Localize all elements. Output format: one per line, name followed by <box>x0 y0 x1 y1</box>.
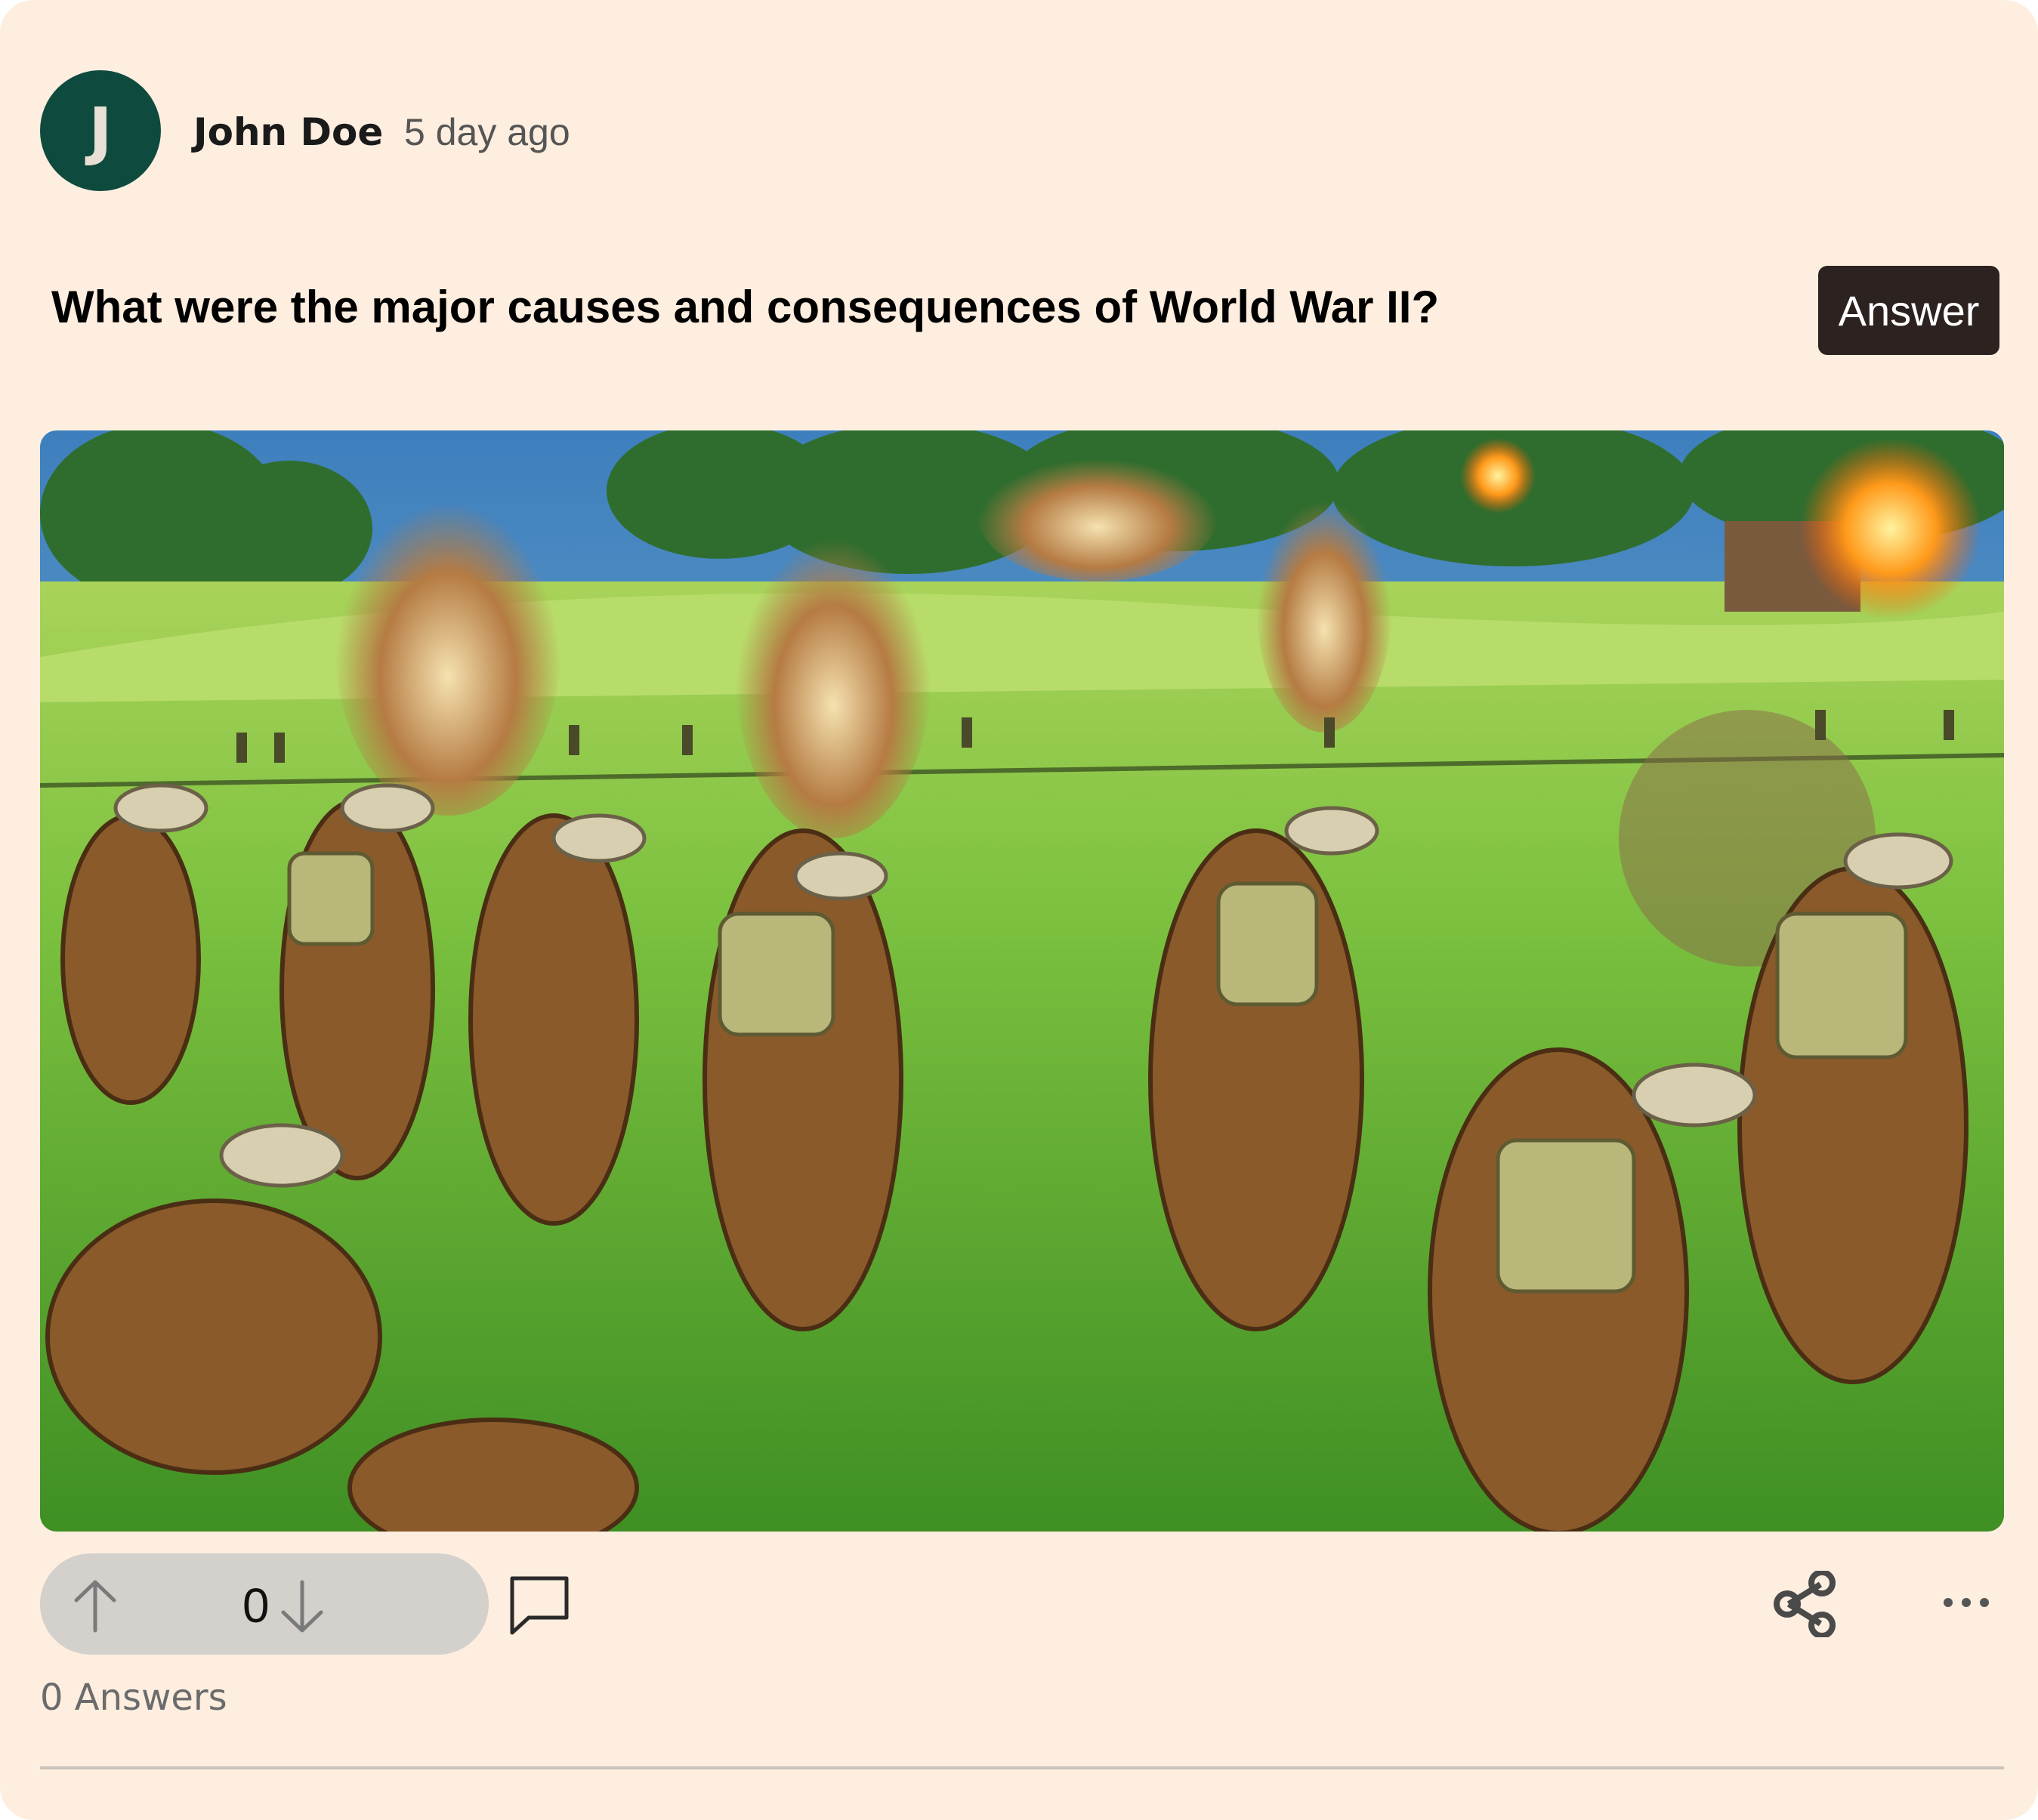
battlefield-painting <box>40 430 2004 1532</box>
vote-control: 0 <box>40 1553 489 1655</box>
divider <box>40 1766 2004 1769</box>
more-options-icon[interactable] <box>1941 1595 1991 1610</box>
avatar-initial: J <box>88 94 113 168</box>
vote-count: 0 <box>242 1578 270 1633</box>
author-name[interactable]: John Doe <box>193 110 383 154</box>
upvote-arrow-icon[interactable] <box>69 1576 122 1633</box>
avatar[interactable]: J <box>40 70 161 191</box>
answers-count[interactable]: 0 Answers <box>40 1677 227 1719</box>
share-icon[interactable] <box>1774 1571 1837 1637</box>
post-image[interactable] <box>40 430 2004 1532</box>
comment-icon[interactable] <box>508 1572 571 1636</box>
answer-button[interactable]: Answer <box>1818 266 1999 355</box>
post-timestamp: 5 day ago <box>404 111 570 153</box>
question-title[interactable]: What were the major causes and consequen… <box>51 281 1439 333</box>
downvote-arrow-icon[interactable] <box>276 1579 329 1636</box>
question-card: J John Doe 5 day ago What were the major… <box>0 0 2038 1820</box>
